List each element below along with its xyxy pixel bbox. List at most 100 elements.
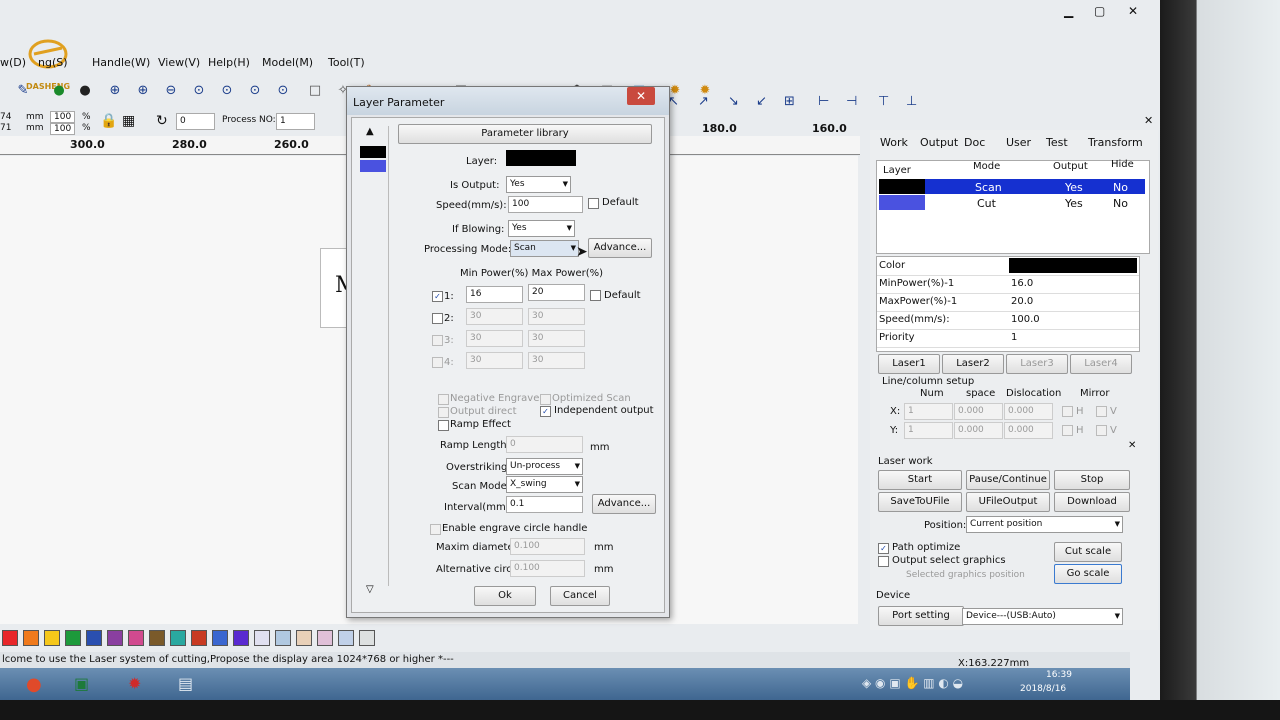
power-default-checkbox[interactable] [590, 290, 601, 301]
tab-user[interactable]: User [1006, 136, 1031, 149]
scale-x-field[interactable]: 100 [50, 111, 75, 123]
close-window-icon[interactable]: ✕ [1128, 4, 1138, 18]
tab-laser1[interactable]: Laser1 [878, 354, 940, 374]
layer-color-box[interactable] [506, 150, 576, 166]
chrome-icon[interactable]: ● [26, 674, 42, 695]
x-mirror-v-checkbox[interactable] [1096, 406, 1107, 417]
size-y-field[interactable]: 71 [0, 123, 11, 133]
y-dislocation-field[interactable]: 0.000 [1004, 422, 1053, 439]
stop-button[interactable]: Stop [1054, 470, 1130, 490]
processing-mode-select[interactable]: Scan ▼ [510, 240, 579, 257]
zoom-in-icon[interactable]: ⊕ [134, 82, 152, 100]
y-num-field[interactable]: 1 [904, 422, 953, 439]
zoom-all-icon[interactable]: ⊙ [274, 82, 292, 100]
menu-view[interactable]: View(V) [158, 56, 200, 69]
scale-y-field[interactable]: 100 [50, 123, 75, 135]
ramp-effect-checkbox[interactable] [438, 420, 449, 431]
process-no-field[interactable]: 1 [276, 113, 315, 130]
zoom-page-icon[interactable]: ⊙ [218, 82, 236, 100]
tab-output[interactable]: Output [920, 136, 958, 149]
interval-input[interactable]: 0.1 [506, 496, 583, 513]
files-icon[interactable]: ▤ [178, 674, 193, 693]
palette-swatch[interactable] [170, 630, 186, 646]
x-space-field[interactable]: 0.000 [954, 403, 1003, 420]
scan-mode-select[interactable]: X_swing ▼ [506, 476, 583, 493]
palette-swatch[interactable] [149, 630, 165, 646]
cancel-button[interactable]: Cancel [550, 586, 610, 606]
max-power-3-input[interactable]: 30 [528, 330, 585, 347]
negative-engrave-checkbox[interactable] [438, 394, 449, 405]
min-power-4-input[interactable]: 30 [466, 352, 523, 369]
menu-setting[interactable]: ng(S) [38, 56, 68, 69]
tab-doc[interactable]: Doc [964, 136, 985, 149]
ufile-output-button[interactable]: UFileOutput [966, 492, 1050, 512]
layer-swatch-blue[interactable] [360, 160, 386, 172]
maxim-diameter-input[interactable]: 0.100 [510, 538, 585, 555]
prop-value[interactable]: 16.0 [1011, 278, 1033, 289]
palette-swatch[interactable] [44, 630, 60, 646]
optimized-scan-checkbox[interactable] [540, 394, 551, 405]
y-mirror-v-checkbox[interactable] [1096, 425, 1107, 436]
advance-button[interactable]: Advance... [588, 238, 652, 258]
rotate-field[interactable]: 0 [176, 113, 215, 130]
prop-color-swatch[interactable] [1009, 258, 1137, 273]
center-icon[interactable]: ⊞ [784, 94, 795, 109]
independent-output-checkbox[interactable]: ✓ [540, 406, 551, 417]
min-power-3-input[interactable]: 30 [466, 330, 523, 347]
palette-swatch[interactable] [275, 630, 291, 646]
toolbar-tool-icon[interactable]: ● [76, 82, 94, 100]
power-4-checkbox[interactable] [432, 357, 443, 368]
y-space-field[interactable]: 0.000 [954, 422, 1003, 439]
align-bottom-icon[interactable]: ⊥ [906, 94, 917, 109]
table-row[interactable]: Scan Yes No [879, 179, 1145, 194]
palette-swatch[interactable] [107, 630, 123, 646]
toolbar-tool-icon[interactable]: ● [50, 82, 68, 100]
go-scale-button[interactable]: Go scale [1054, 564, 1122, 584]
power-1-checkbox[interactable]: ✓ [432, 291, 443, 302]
menu-tool[interactable]: Tool(T) [328, 56, 365, 69]
alternative-circle-input[interactable]: 0.100 [510, 560, 585, 577]
palette-swatch[interactable] [317, 630, 333, 646]
palette-swatch[interactable] [65, 630, 81, 646]
position-select[interactable]: Current position ▼ [966, 516, 1123, 533]
ramp-length-input[interactable]: 0 [506, 436, 583, 453]
laser-work-close-icon[interactable]: ✕ [1128, 440, 1136, 451]
minimize-icon[interactable]: ▁ [1064, 4, 1073, 18]
palette-swatch[interactable] [212, 630, 228, 646]
rotate-icon[interactable]: ↻ [156, 113, 168, 129]
tab-transform[interactable]: Transform [1088, 136, 1143, 149]
advance-scan-button[interactable]: Advance... [592, 494, 656, 514]
menu-help[interactable]: Help(H) [208, 56, 250, 69]
table-row[interactable]: Cut Yes No [879, 195, 1145, 210]
if-blowing-select[interactable]: Yes ▼ [508, 220, 575, 237]
zoom-fit-icon[interactable]: ⊙ [190, 82, 208, 100]
maximize-icon[interactable]: ▢ [1094, 4, 1105, 18]
laser-app-icon[interactable]: ✹ [128, 674, 141, 693]
power-2-checkbox[interactable] [432, 313, 443, 324]
prop-value[interactable]: 1 [1011, 332, 1017, 343]
dialog-titlebar[interactable]: Layer Parameter ✕ [347, 87, 669, 115]
palette-swatch[interactable] [2, 630, 18, 646]
rectangle-icon[interactable]: □ [306, 82, 324, 100]
arrow-sw-icon[interactable]: ↙ [756, 94, 767, 109]
layer-swatch-black[interactable] [360, 146, 386, 158]
close-icon[interactable]: ✕ [627, 87, 655, 105]
port-setting-button[interactable]: Port setting [878, 606, 964, 626]
is-output-select[interactable]: Yes ▼ [506, 176, 571, 193]
max-power-1-input[interactable]: 20 [528, 284, 585, 301]
align-right-icon[interactable]: ⊣ [846, 94, 857, 109]
ok-button[interactable]: Ok [474, 586, 536, 606]
arrow-se-icon[interactable]: ↘ [728, 94, 739, 109]
overstriking-select[interactable]: Un-process ▼ [506, 458, 583, 475]
zoom-select-icon[interactable]: ⊙ [246, 82, 264, 100]
save-to-ufile-button[interactable]: SaveToUFile [878, 492, 962, 512]
palette-swatch[interactable] [233, 630, 249, 646]
speed-input[interactable]: 100 [508, 196, 583, 213]
panel-close-icon[interactable]: ✕ [1144, 114, 1153, 127]
menu-model[interactable]: Model(M) [262, 56, 313, 69]
zoom-out-icon[interactable]: ⊖ [162, 82, 180, 100]
prop-value[interactable]: 100.0 [1011, 314, 1040, 325]
output-select-checkbox[interactable] [878, 556, 889, 567]
palette-swatch[interactable] [296, 630, 312, 646]
palette-swatch[interactable] [86, 630, 102, 646]
